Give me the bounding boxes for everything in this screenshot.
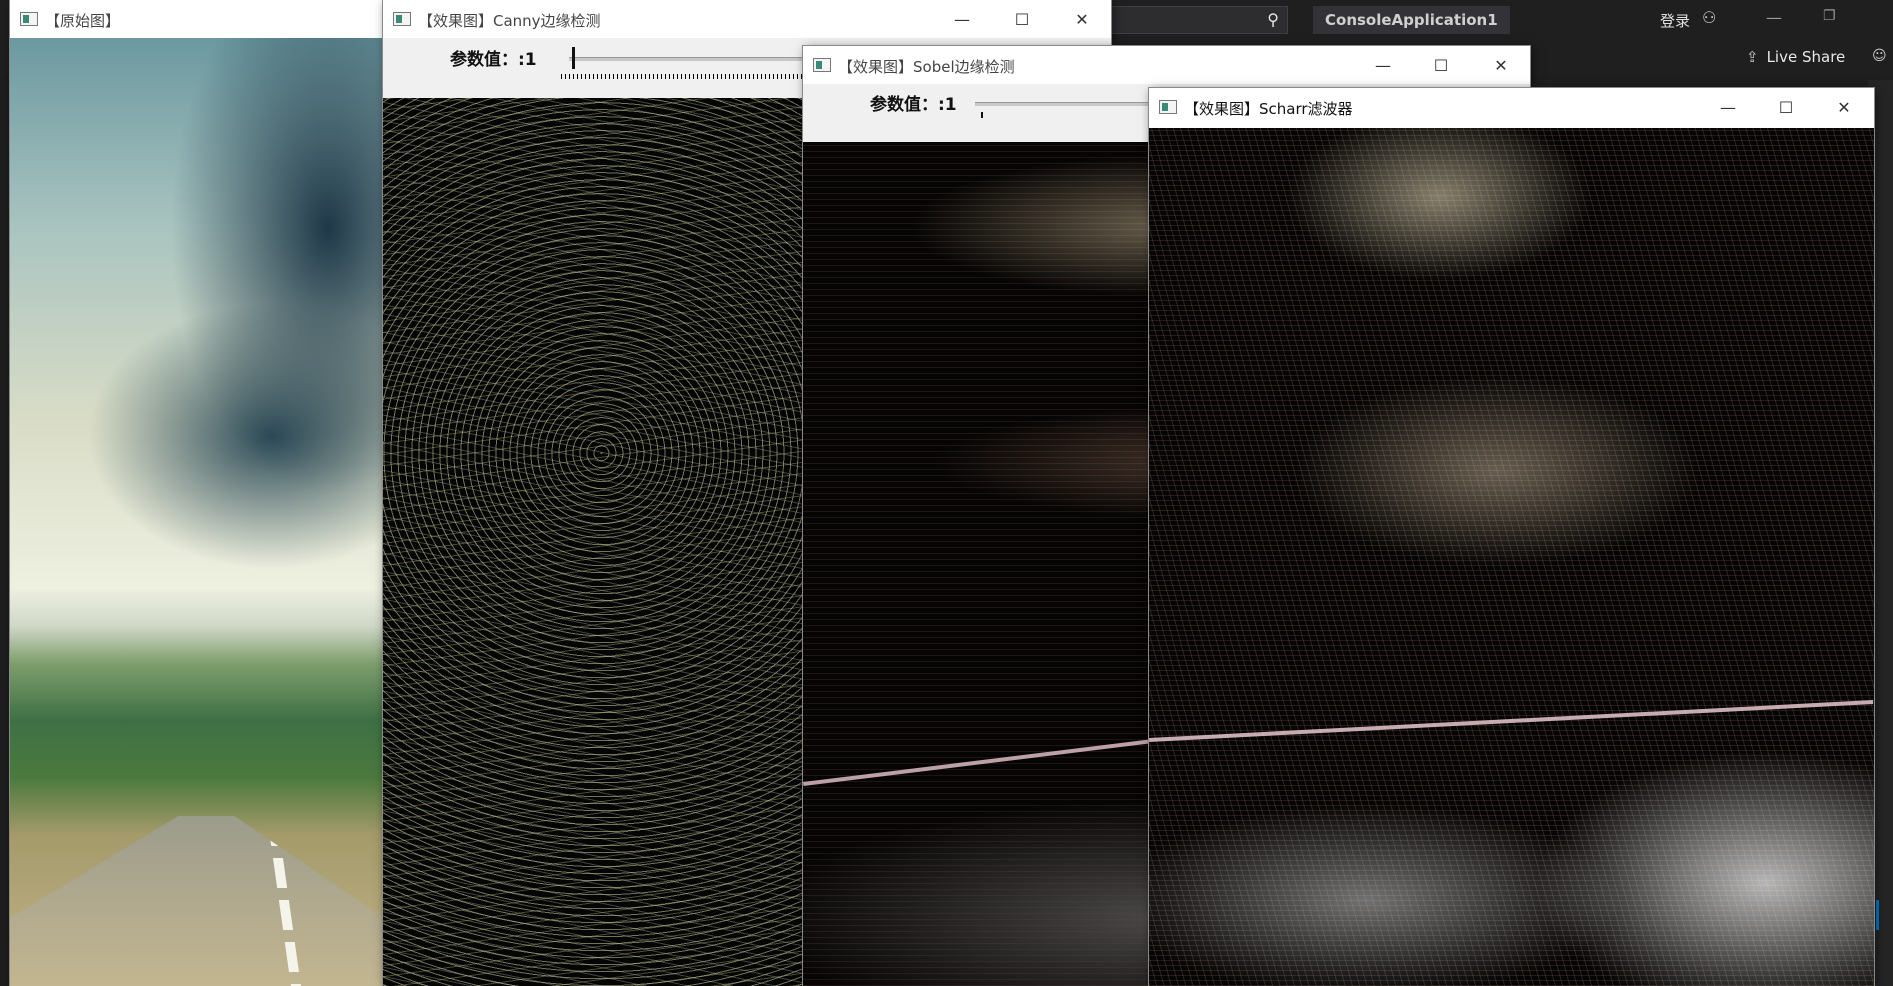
window-titlebar[interactable]: 【原始图】: [10, 0, 384, 38]
vs-project-name: ConsoleApplication1: [1313, 6, 1510, 34]
window-titlebar[interactable]: 【效果图】Scharr滤波器 — ☐ ✕: [1149, 88, 1874, 128]
maximize-button[interactable]: ☐: [1763, 94, 1809, 122]
app-icon: [813, 58, 831, 72]
trackbar-label: 参数值：:1: [450, 50, 537, 70]
window-titlebar[interactable]: 【效果图】Canny边缘检测 — ☐ ✕: [383, 0, 1111, 38]
window-title: 【效果图】Canny边缘检测: [418, 12, 601, 30]
maximize-button[interactable]: ☐: [999, 6, 1045, 34]
feedback-icon[interactable]: ☺: [1872, 48, 1887, 64]
window-title: 【原始图】: [45, 12, 121, 30]
maximize-button[interactable]: ☐: [1418, 52, 1464, 80]
window-title: 【效果图】Scharr滤波器: [1184, 100, 1353, 118]
trackbar-thumb[interactable]: [572, 47, 575, 69]
window-original[interactable]: 【原始图】: [10, 0, 384, 986]
app-icon: [393, 12, 411, 26]
user-icon[interactable]: ⚇: [1702, 8, 1716, 27]
window-title: 【效果图】Sobel边缘检测: [838, 58, 1015, 76]
close-button[interactable]: ✕: [1059, 6, 1105, 34]
minimize-button[interactable]: —: [1705, 94, 1751, 122]
share-icon: ⇪: [1746, 48, 1759, 66]
vs-minimize-button[interactable]: —: [1766, 8, 1782, 27]
app-icon: [1159, 100, 1177, 114]
vs-restore-button[interactable]: ❐: [1823, 8, 1836, 24]
scharr-image: [1149, 128, 1874, 986]
close-button[interactable]: ✕: [1478, 52, 1524, 80]
trackbar-label: 参数值：:1: [870, 95, 957, 115]
live-share-label: Live Share: [1766, 48, 1846, 66]
search-icon[interactable]: ⚲: [1267, 10, 1279, 29]
road-shape: [10, 816, 384, 986]
scharr-edge-texture: [1149, 128, 1874, 986]
vs-accent-marker: [1876, 900, 1879, 930]
close-button[interactable]: ✕: [1821, 94, 1867, 122]
minimize-button[interactable]: —: [1360, 52, 1406, 80]
window-titlebar[interactable]: 【效果图】Sobel边缘检测 — ☐ ✕: [803, 46, 1530, 84]
original-image: [10, 38, 384, 986]
window-scharr[interactable]: 【效果图】Scharr滤波器 — ☐ ✕: [1149, 88, 1874, 986]
trackbar-thumb[interactable]: [981, 112, 983, 118]
app-icon: [20, 12, 38, 26]
vs-search-box[interactable]: ⚲: [1100, 6, 1288, 34]
live-share-button[interactable]: ⇪ Live Share: [1746, 48, 1845, 66]
minimize-button[interactable]: —: [939, 6, 985, 34]
vs-login-button[interactable]: 登录: [1660, 10, 1690, 31]
